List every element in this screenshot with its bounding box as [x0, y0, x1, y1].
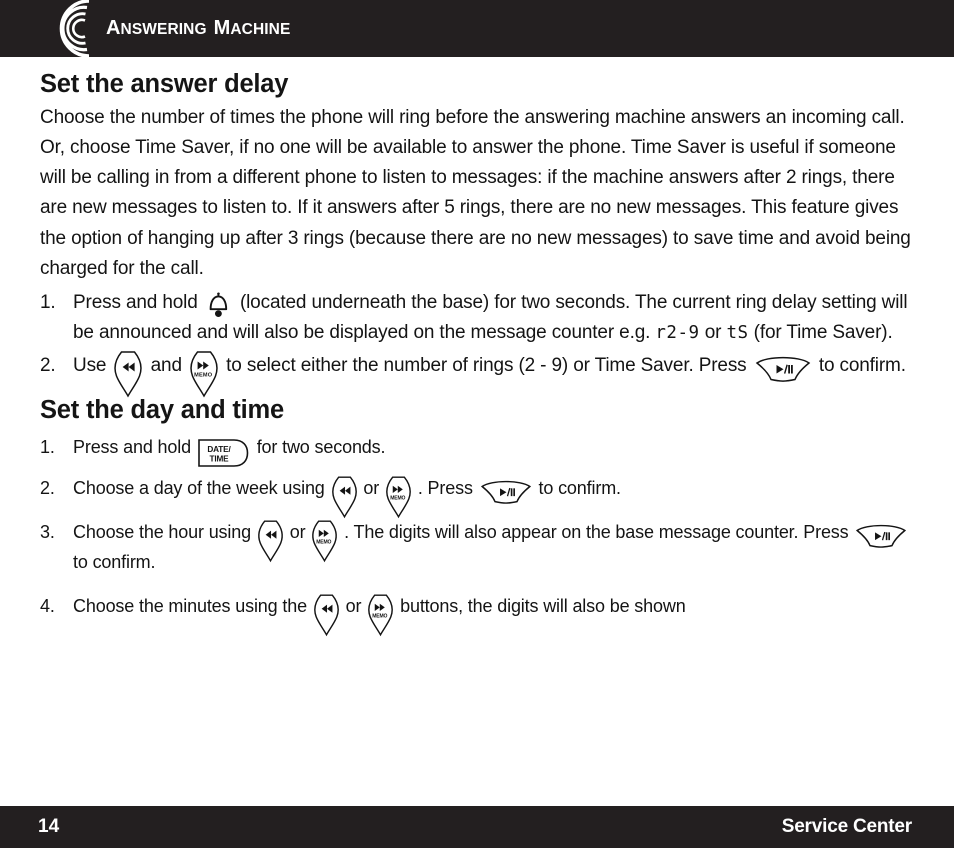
step-text-part4: (for Time Saver).	[753, 322, 893, 344]
page-content: Set the answer delay Choose the number o…	[0, 57, 954, 806]
step-text-part1: Choose the minutes using the	[73, 596, 307, 617]
step-text-part4: to confirm.	[818, 354, 906, 376]
footer-brand: Service Center	[781, 816, 912, 837]
section-title-day-and-time: Set the day and time	[40, 396, 284, 425]
svg-text:MEMO: MEMO	[194, 373, 213, 379]
step-text-part1: Choose the hour using	[73, 522, 251, 543]
page-header: A NSWERING M ACHINE	[0, 0, 954, 57]
step-text-part1: Use	[73, 354, 107, 376]
play-pause-button-icon[interactable]	[855, 524, 907, 548]
step-text-part1: Choose a day of the week using	[73, 478, 325, 499]
step-number: 4.	[40, 596, 55, 617]
rewind-button-icon[interactable]	[331, 476, 358, 519]
lcd-value-rings: r2-9	[655, 323, 700, 344]
forward-memo-button-icon[interactable]: MEMO	[311, 520, 338, 563]
step-text-part2: or	[289, 522, 306, 543]
step-text-part2: or	[363, 478, 380, 499]
list-item: 4. Choose the minutes using the or MEMO …	[40, 591, 920, 637]
play-pause-button-icon[interactable]	[480, 480, 532, 504]
header-title-m: M	[213, 17, 231, 39]
step-text-part1: Press and hold	[73, 437, 191, 458]
step-text-part3: . Press	[417, 478, 473, 499]
list-item: 3. Choose the hour using or MEMO . The d…	[40, 517, 920, 577]
header-inner: A NSWERING M ACHINE	[55, 0, 290, 57]
step-text-part4: to confirm.	[73, 552, 156, 573]
concentric-sound-waves-logo-icon	[55, 0, 111, 57]
rewind-button-icon[interactable]	[113, 351, 143, 398]
list-item: 1. Press and hold (located underneath the…	[40, 288, 920, 349]
rewind-button-icon[interactable]	[257, 520, 284, 563]
forward-memo-button-icon[interactable]: MEMO	[189, 351, 219, 398]
svg-text:MEMO: MEMO	[390, 495, 405, 501]
lcd-value-timesaver: tS	[726, 323, 749, 344]
list-item: 2. Use and MEMO to select either the num…	[40, 351, 920, 398]
footer-page-number: 14	[38, 816, 60, 837]
svg-text:DATE/: DATE/	[207, 445, 231, 454]
step-number: 1.	[40, 437, 55, 458]
rewind-button-icon[interactable]	[313, 594, 340, 637]
page-header-title: A NSWERING M ACHINE	[106, 17, 290, 40]
step-number: 3.	[40, 522, 55, 543]
step-text-part2: and	[150, 354, 182, 376]
svg-text:MEMO: MEMO	[372, 613, 387, 619]
step-text-part2: or	[345, 596, 362, 617]
steps-list-day-and-time: 1. Press and hold DATE/ TIME for two seco…	[40, 432, 920, 637]
svg-text:TIME: TIME	[209, 454, 229, 463]
forward-memo-button-icon[interactable]: MEMO	[367, 594, 394, 637]
list-item: 2. Choose a day of the week using or MEM…	[40, 473, 920, 519]
step-text-part2: for two seconds.	[256, 437, 386, 458]
step-number: 2.	[40, 354, 56, 376]
forward-memo-button-icon[interactable]: MEMO	[385, 476, 412, 519]
step-text-part3: buttons, the digits will also be shown	[400, 596, 686, 617]
step-text-part3: to select either the number of rings (2 …	[226, 354, 747, 376]
play-pause-button-icon[interactable]	[755, 356, 811, 382]
step-number: 1.	[40, 291, 56, 313]
step-text-part1: Press and hold	[73, 291, 198, 313]
header-title-achine: ACHINE	[230, 21, 291, 38]
steps-list-answer-delay: 1. Press and hold (located underneath the…	[40, 288, 920, 398]
section-intro-answer-delay: Choose the number of times the phone wil…	[40, 106, 911, 279]
list-item: 1. Press and hold DATE/ TIME for two seco…	[40, 432, 920, 467]
step-text-part3: or	[704, 322, 722, 344]
step-text-part4: to confirm.	[538, 478, 622, 499]
date-time-button-icon[interactable]: DATE/ TIME	[198, 438, 250, 467]
page-body: Set the answer delay Choose the number o…	[40, 70, 920, 637]
step-text-part3: . The digits will also appear on the bas…	[344, 522, 849, 543]
page-footer: 14 Service Center	[0, 806, 954, 848]
section-title-answer-delay: Set the answer delay	[40, 70, 289, 98]
header-title-nswering: NSWERING	[120, 21, 207, 38]
bell-icon[interactable]	[206, 292, 230, 318]
svg-text:MEMO: MEMO	[316, 539, 331, 545]
step-number: 2.	[40, 478, 55, 499]
